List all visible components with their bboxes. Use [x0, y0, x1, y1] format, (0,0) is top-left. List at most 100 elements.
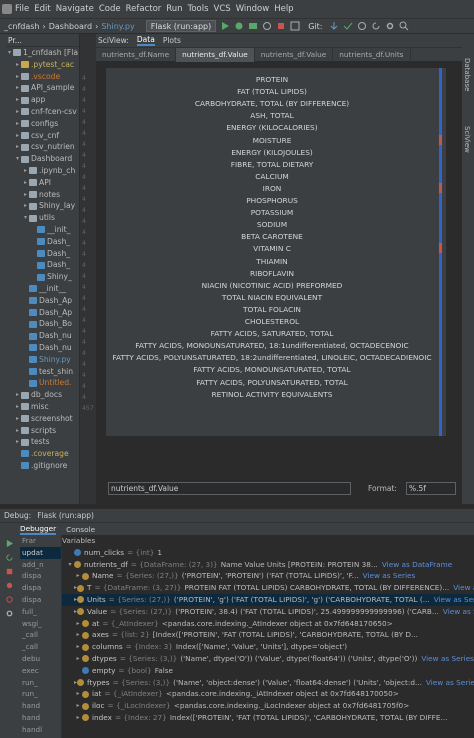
variable-row[interactable]: ▸ columns = {Index: 3} Index(['Name', 'Valu… [62, 641, 474, 653]
menu-tools[interactable]: Tools [188, 4, 209, 14]
expand-arrow-icon[interactable]: ▾ [66, 559, 74, 571]
tree-item[interactable]: test_shin [6, 366, 79, 378]
tree-item[interactable]: ▸ csv_nutrien [6, 141, 79, 153]
menu-help[interactable]: Help [274, 4, 293, 14]
frame-item[interactable]: updat [20, 546, 61, 559]
tree-item[interactable]: ▸ app [6, 94, 79, 106]
frame-item[interactable]: dispa [20, 582, 61, 594]
tab-plots[interactable]: Plots [163, 36, 181, 45]
tab-console[interactable]: Console [66, 525, 95, 534]
table-row[interactable]: FATTY ACIDS, POLYUNSATURATED, 18:2undiff… [106, 353, 438, 362]
collapse-arrow-icon[interactable]: ▸ [14, 436, 21, 448]
collapse-arrow-icon[interactable]: ▸ [14, 413, 21, 425]
tree-item[interactable]: ▸ tests [6, 436, 79, 448]
breadcrumb-file[interactable]: Shiny.py [101, 22, 134, 31]
expand-arrow-icon[interactable]: ▾ [6, 47, 13, 59]
stop-icon[interactable] [276, 21, 286, 31]
debug-config-tab[interactable]: Flask (run:app) [37, 511, 94, 520]
search-icon[interactable] [399, 21, 409, 31]
frame-item[interactable]: run_ [20, 688, 61, 700]
variable-row[interactable]: ▸ dtypes = {Series: (3,)} ('Name', dtype('O… [62, 653, 474, 665]
variable-row[interactable]: ▸ T = {DataFrame: (3, 27)} PROTEIN FAT (TOT… [62, 582, 474, 594]
tree-item[interactable]: ▸ db_docs [6, 389, 79, 401]
menu-file[interactable]: File [15, 4, 29, 14]
expand-arrow-icon[interactable]: ▸ [74, 570, 82, 582]
tree-item[interactable]: ▾ 1_cnfdash [Fla [6, 47, 79, 59]
collapse-arrow-icon[interactable]: ▸ [22, 165, 29, 177]
collapse-arrow-icon[interactable]: ▸ [14, 71, 21, 83]
table-row[interactable]: CARBOHYDRATE, TOTAL (BY DIFFERENCE) [106, 99, 438, 108]
collapse-arrow-icon[interactable]: ▸ [14, 425, 21, 437]
table-row[interactable]: RIBOFLAVIN [106, 269, 438, 278]
variable-row[interactable]: ▸ iat = {_iAtIndexer} <pandas.core.indexing… [62, 688, 474, 700]
collapse-arrow-icon[interactable]: ▸ [22, 189, 29, 201]
tree-item[interactable]: Shiny_ [6, 271, 79, 283]
structure-icon[interactable] [290, 21, 300, 31]
git-revert-icon[interactable] [371, 21, 381, 31]
tree-item[interactable]: ▸ configs [6, 118, 79, 130]
view-as-link[interactable]: View as DataFrame [382, 559, 452, 571]
expand-arrow-icon[interactable]: ▾ [22, 212, 29, 224]
frame-item[interactable]: dispa [20, 570, 61, 582]
table-row[interactable]: POTASSIUM [106, 208, 438, 217]
tree-item[interactable]: ▾ Dashboard [6, 153, 79, 165]
view-as-link[interactable]: View as Series [421, 653, 474, 665]
run-config-select[interactable]: Flask (run:app) [145, 20, 217, 32]
collapse-arrow-icon[interactable]: ▸ [14, 401, 21, 413]
tree-item[interactable]: ▸ API_sample [6, 82, 79, 94]
collapse-arrow-icon[interactable]: ▸ [22, 200, 29, 212]
tree-item[interactable]: ▸ API [6, 177, 79, 189]
settings-icon[interactable] [385, 21, 395, 31]
tree-item[interactable]: ▸ scripts [6, 425, 79, 437]
git-history-icon[interactable] [357, 21, 367, 31]
view-as-link[interactable]: View as Series [426, 677, 474, 689]
settings-icon[interactable] [5, 609, 14, 618]
collapse-arrow-icon[interactable]: ▸ [22, 177, 29, 189]
resume-icon[interactable] [5, 539, 14, 548]
tree-item[interactable]: Dash_nu [6, 342, 79, 354]
expand-arrow-icon[interactable]: ▸ [74, 688, 82, 700]
table-row[interactable]: FAT (TOTAL LIPIDS) [106, 87, 438, 96]
table-row[interactable]: IRON [106, 184, 438, 193]
tree-item[interactable]: Untitled. [6, 377, 79, 389]
menu-window[interactable]: Window [236, 4, 270, 14]
variable-row[interactable]: ▸ Value = {Series: (27,)} ('PROTEIN', 38.4)… [62, 606, 474, 618]
expand-arrow-icon[interactable]: ▸ [74, 618, 82, 630]
collapse-arrow-icon[interactable]: ▸ [14, 130, 21, 142]
sciview-tool-tab[interactable]: SciView [463, 126, 471, 153]
breadcrumb-project[interactable]: _cnfdash [4, 22, 40, 31]
tree-item[interactable]: .gitignore [6, 460, 79, 472]
frame-item[interactable]: hand [20, 712, 61, 724]
table-row[interactable]: FATTY ACIDS, POLYUNSATURATED, TOTAL [106, 378, 438, 387]
view-as-link[interactable]: View as Series [363, 570, 416, 582]
menu-edit[interactable]: Edit [34, 4, 50, 14]
tree-item[interactable]: Dash_nu [6, 330, 79, 342]
table-row[interactable]: FIBRE, TOTAL DIETARY [106, 160, 438, 169]
frame-item[interactable]: full_ [20, 606, 61, 618]
tree-item[interactable]: ▸ misc [6, 401, 79, 413]
tab-nutrients-name[interactable]: nutrients_df.Name [96, 47, 177, 62]
tree-item[interactable]: Dash_Bo [6, 318, 79, 330]
collapse-arrow-icon[interactable]: ▸ [14, 141, 21, 153]
table-row[interactable]: VITAMIN C [106, 244, 438, 253]
tree-item[interactable]: ▸ .ipynb_ch [6, 165, 79, 177]
expand-arrow-icon[interactable]: ▸ [74, 700, 82, 712]
table-row[interactable]: FATTY ACIDS, SATURATED, TOTAL [106, 329, 438, 338]
git-update-icon[interactable] [329, 21, 339, 31]
table-row[interactable]: CHOLESTEROL [106, 317, 438, 326]
variable-row[interactable]: ▸ ftypes = {Series: (3,)} ('Name', 'object:… [62, 677, 474, 689]
tree-item[interactable]: .coverage [6, 448, 79, 460]
table-row[interactable]: SODIUM [106, 220, 438, 229]
mute-breakpoints-icon[interactable] [5, 595, 14, 604]
breakpoints-icon[interactable] [5, 581, 14, 590]
expression-field[interactable]: nutrients_df.Value [108, 482, 351, 495]
menu-vcs[interactable]: VCS [214, 4, 231, 14]
expand-arrow-icon[interactable]: ▸ [74, 653, 82, 665]
collapse-arrow-icon[interactable]: ▸ [14, 389, 21, 401]
tree-item[interactable]: ▸ Shiny_lay [6, 200, 79, 212]
expand-arrow-icon[interactable]: ▸ [74, 641, 82, 653]
variable-row[interactable]: empty = {bool} False [62, 665, 474, 677]
coverage-icon[interactable] [248, 21, 258, 31]
frame-item[interactable]: hand [20, 700, 61, 712]
collapse-arrow-icon[interactable]: ▸ [14, 94, 21, 106]
